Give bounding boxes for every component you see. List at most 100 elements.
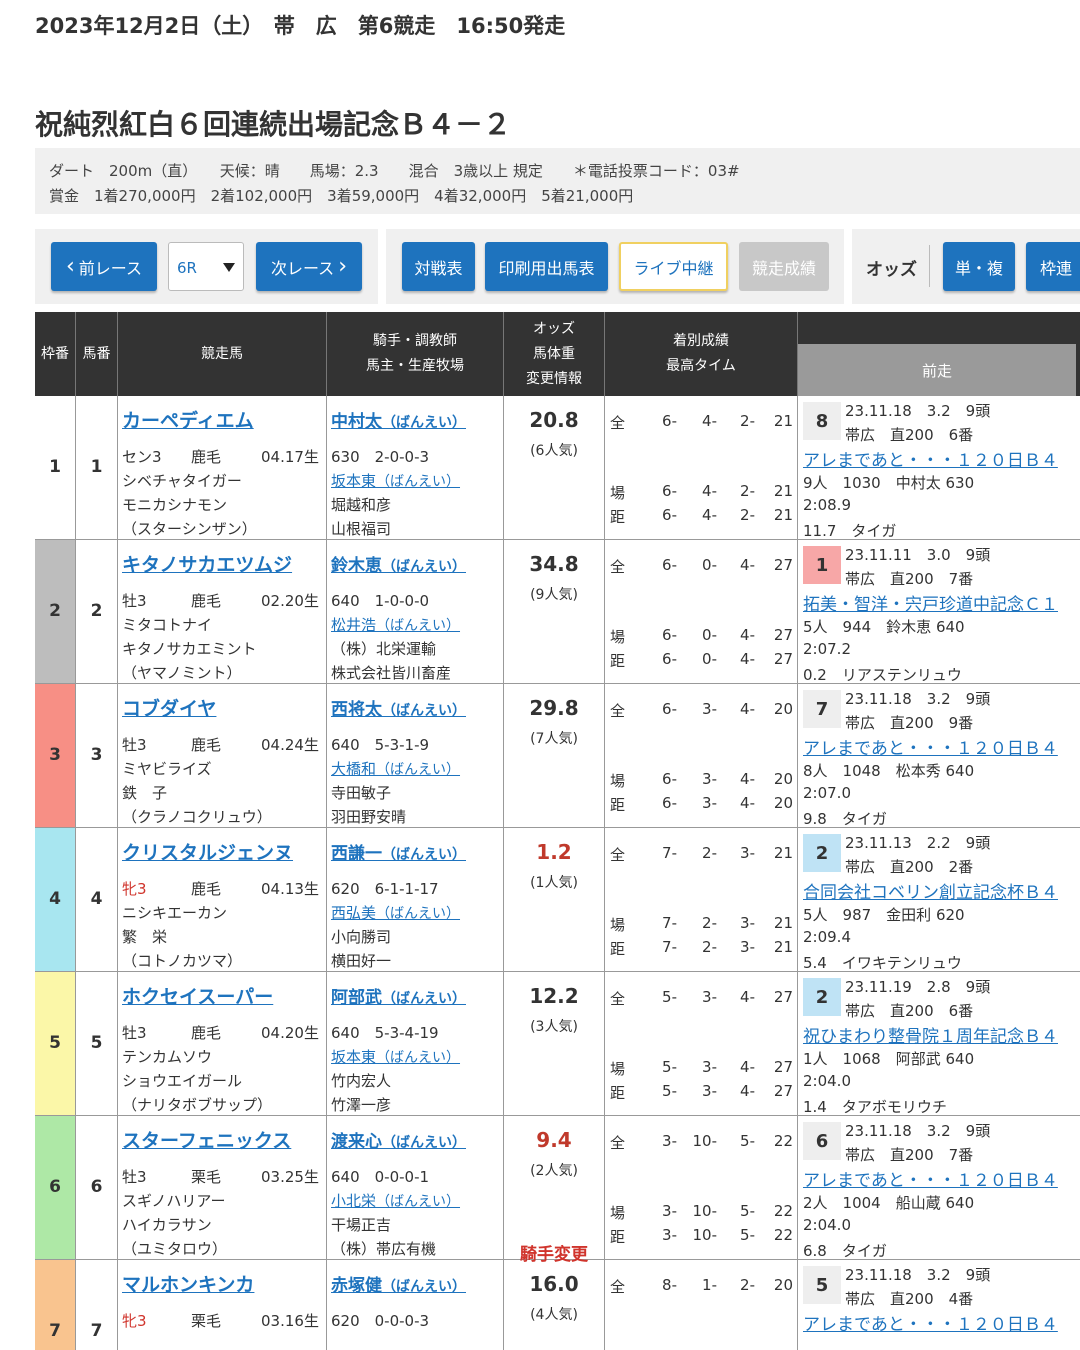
record-value: 3-: [702, 1058, 717, 1076]
odds-cell: 12.2 (3人気): [504, 972, 605, 1115]
record-value: 5-: [740, 1226, 755, 1244]
prev-date-odds: 23.11.13 2.2 9頭: [845, 834, 991, 852]
horse-name-link[interactable]: コブダイヤ: [122, 694, 216, 721]
header-prev-group: 前走: [798, 312, 1080, 396]
record-cell: 全 場 距 7- 2- 3- 21 7- 2- 3- 21 7- 2- 3- 21: [605, 828, 798, 971]
jockey-link[interactable]: 阿部武（ばんえい）: [331, 983, 466, 1008]
trainer-link[interactable]: 大橋和（ばんえい）: [331, 758, 460, 779]
prev-race-link[interactable]: アレまであと・・・１２０日Ｂ４: [803, 734, 1058, 759]
weight-record: 630 2-0-0-3: [331, 448, 430, 466]
popularity: (9人気): [530, 587, 578, 603]
horse-sire: ミヤビライズ: [122, 760, 212, 778]
prev-rank-badge: 2: [803, 978, 841, 1016]
divider: [929, 245, 930, 287]
jockey-link[interactable]: 鈴木恵（ばんえい）: [331, 551, 466, 576]
trainer-link[interactable]: 坂本東（ばんえい）: [331, 470, 460, 491]
prev-race-link[interactable]: 合同会社コベリン創立記念杯Ｂ４: [803, 878, 1058, 903]
horse-coat: 鹿毛: [191, 736, 222, 754]
record-value: 27: [773, 556, 793, 574]
horse-damsire: （コトノカツマ）: [122, 952, 243, 970]
prev-race-link[interactable]: アレまであと・・・１２０日Ｂ４: [803, 446, 1058, 471]
breeder: 横田好一: [331, 952, 392, 970]
trainer-link[interactable]: 西弘美（ばんえい）: [331, 902, 460, 923]
trainer-link[interactable]: 坂本東（ばんえい）: [331, 1046, 460, 1067]
jockey-link[interactable]: 西将太（ばんえい）: [331, 695, 466, 720]
uma-number: 4: [90, 889, 103, 909]
waku-number: 1: [49, 457, 61, 477]
horse-name-link[interactable]: マルホンキンカ: [122, 1270, 254, 1297]
horse-name-link[interactable]: カーペディエム: [122, 406, 254, 433]
record-label-course: 場: [610, 772, 626, 790]
record-label-distance: 距: [610, 652, 626, 670]
trainer-link[interactable]: 松井浩（ばんえい）: [331, 614, 460, 635]
horse-sire: ミタコトナイ: [122, 616, 213, 634]
jockey-cell: 西謙一（ばんえい） 620 6-1-1-17 西弘美（ばんえい） 小向勝司 横田…: [327, 828, 504, 971]
uma-cell: 3: [76, 684, 118, 827]
uma-number: 1: [90, 457, 103, 477]
horse-cell: キタノサカエツムジ 牡3 鹿毛 02.20生 ミタコトナイ キタノサカエミント …: [118, 540, 327, 683]
jockey-link[interactable]: 中村太（ばんえい）: [331, 407, 466, 432]
prev-race-link[interactable]: 拓美・智洋・宍戸珍道中記念Ｃ１: [803, 590, 1058, 615]
record-value: 0-: [702, 650, 717, 668]
waku-number: 7: [49, 1321, 61, 1341]
record-value: 4-: [740, 1082, 755, 1100]
prev-time: 2:07.0: [803, 784, 851, 802]
uma-cell: 5: [76, 972, 118, 1115]
uma-cell: 4: [76, 828, 118, 971]
odds-win-place-button[interactable]: 単・複: [943, 242, 1015, 291]
waku-number: 3: [49, 745, 61, 765]
chevron-left-icon: ‹: [65, 254, 75, 279]
weight-record: 640 1-0-0-0: [331, 592, 430, 610]
horse-name-link[interactable]: スターフェニックス: [122, 1126, 291, 1153]
jockey-link[interactable]: 渡来心（ばんえい）: [331, 1127, 466, 1152]
record-label-distance: 距: [610, 1084, 626, 1102]
jockey-link[interactable]: 西謙一（ばんえい）: [331, 839, 466, 864]
waku-cell: 4: [35, 828, 76, 971]
horse-name-link[interactable]: キタノサカエツムジ: [122, 550, 292, 577]
record-value: 22: [773, 1132, 793, 1150]
jockey-link[interactable]: 赤塚健（ばんえい）: [331, 1271, 466, 1296]
record-label-all: 全: [610, 414, 626, 432]
prev-race-link[interactable]: アレまであと・・・１２０日Ｂ４: [803, 1310, 1058, 1335]
prev-race-link[interactable]: 祝ひまわり整骨院１周年記念Ｂ４: [803, 1022, 1058, 1047]
prev-rank-badge: 7: [803, 690, 841, 728]
popularity: (2人気): [530, 1163, 578, 1179]
record-value: 21: [773, 938, 793, 956]
prev-time: 2:09.4: [803, 928, 851, 946]
record-label-distance: 距: [610, 796, 626, 814]
prev-pop-weight: 9人 1030 中村太 630: [803, 474, 975, 492]
horse-coat: 鹿毛: [191, 880, 222, 898]
trainer-link[interactable]: 小北栄（ばんえい）: [331, 1190, 460, 1211]
horse-name-link[interactable]: ホクセイスーパー: [122, 982, 273, 1009]
breeder: 竹澤一彦: [331, 1096, 392, 1114]
record-value: 5-: [740, 1132, 755, 1150]
record-value: 2-: [702, 938, 717, 956]
prev-race-cell: 8 23.11.18 3.2 9頭 帯広 直200 6番 アレまであと・・・１２…: [798, 396, 1080, 540]
waku-cell: 2: [35, 540, 76, 683]
jockey-cell: 渡来心（ばんえい） 640 0-0-0-1 小北栄（ばんえい） 干場正吉 （株）…: [327, 1116, 504, 1259]
live-stream-button[interactable]: ライブ中継: [619, 242, 728, 291]
record-value: 0-: [702, 626, 717, 644]
prev-rank-badge: 5: [803, 1266, 841, 1304]
next-race-button[interactable]: 次レース ›: [256, 242, 362, 291]
record-label-all: 全: [610, 702, 626, 720]
owner: 竹内宏人: [331, 1072, 392, 1090]
prev-race-button[interactable]: ‹ 前レース: [51, 242, 157, 291]
record-cell: 全 場 距 3- 10- 5- 22 3- 10- 5- 22 3- 10- 5- 22: [605, 1116, 798, 1259]
horse-name-link[interactable]: クリスタルジェンヌ: [122, 838, 293, 865]
matchup-button[interactable]: 対戦表: [402, 242, 475, 291]
record-label-course: 場: [610, 1204, 626, 1222]
win-odds: 9.4: [536, 1128, 572, 1152]
record-value: 3-: [740, 844, 755, 862]
odds-bracket-button[interactable]: 枠連: [1026, 242, 1080, 291]
horse-coat: 栗毛: [191, 1312, 222, 1330]
prev-race-cell: 2 23.11.13 2.2 9頭 帯広 直200 2番 合同会社コベリン創立記…: [798, 828, 1080, 972]
record-value: 3-: [702, 1082, 717, 1100]
prev-race-link[interactable]: アレまであと・・・１２０日Ｂ４: [803, 1166, 1058, 1191]
uma-cell: 7: [76, 1260, 118, 1350]
print-entries-button[interactable]: 印刷用出馬表: [485, 242, 608, 291]
waku-cell: 3: [35, 684, 76, 827]
race-select[interactable]: 6R: [168, 242, 244, 291]
prev-margin-winner: 9.8 タイガ: [803, 810, 887, 828]
record-value: 27: [773, 988, 793, 1006]
